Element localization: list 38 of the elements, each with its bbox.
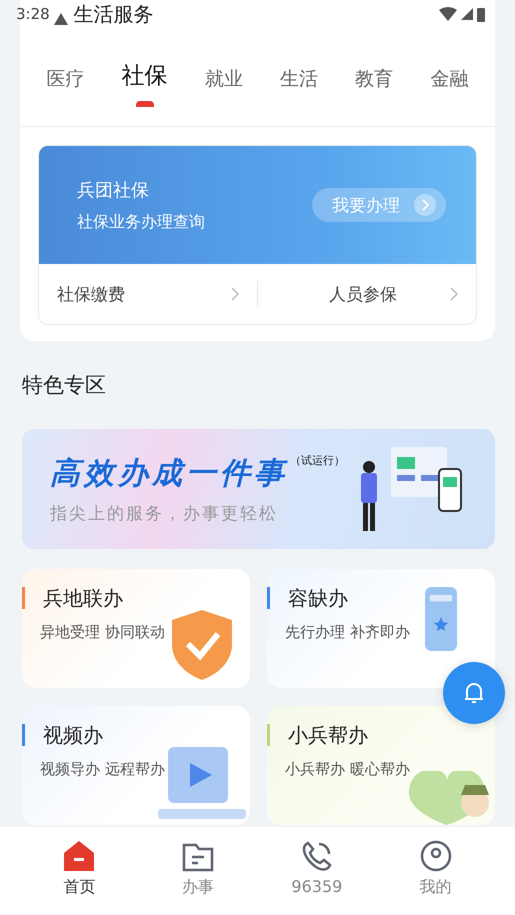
warning-icon (54, 13, 68, 25)
category-tab[interactable]: 社保 (122, 60, 168, 126)
feature-card[interactable]: 小兵帮办 小兵帮办 暖心帮办 (267, 706, 495, 825)
card-subtitle: 先行办理 补齐即办 (284, 623, 411, 642)
category-tab[interactable]: 教育 (355, 60, 394, 126)
bell-icon (463, 681, 485, 705)
promo-title: 高效办成一件事 (50, 455, 288, 493)
feature-card[interactable]: 视频办 视频导办 远程帮办 (22, 706, 250, 825)
chevron-right-icon (450, 287, 458, 301)
home-icon (62, 839, 96, 873)
service-link[interactable]: 人员参保 (257, 281, 476, 307)
section-title: 特色专区 (22, 372, 107, 399)
nav-tab[interactable]: 96359 (276, 827, 357, 915)
feature-card[interactable]: 容缺办 先行办理 补齐即办 (267, 569, 495, 688)
chevron-right-icon (231, 287, 239, 301)
page-title: 生活服务 (74, 2, 154, 26)
nav-tab[interactable]: 我的 (396, 827, 476, 915)
category-tab[interactable]: 金融 (430, 60, 468, 126)
card-subtitle: 异地受理 协同联动 (39, 623, 166, 642)
card-subtitle: 视频导办 远程帮办 (39, 760, 166, 779)
promo-tag: （试运行） (290, 453, 345, 468)
card-subtitle: 小兵帮办 暖心帮办 (284, 760, 411, 779)
status-time: 3:28 (16, 5, 50, 23)
banner-subtitle: 社保业务办理查询 (77, 212, 205, 232)
battery-icon (477, 6, 485, 22)
promo-subtitle: 指尖上的服务，办事更轻松 (50, 503, 279, 525)
feature-card[interactable]: 兵地联办 异地受理 协同联动 (22, 569, 250, 688)
wifi-icon (439, 7, 457, 21)
nav-tab[interactable]: 办事 (158, 827, 238, 915)
category-tab[interactable]: 就业 (204, 60, 243, 126)
signal-icon (461, 8, 473, 20)
chevron-circle-icon (414, 194, 436, 216)
user-icon (418, 839, 453, 873)
service-link[interactable]: 社保缴费 (39, 281, 257, 307)
nav-tab[interactable]: 首页 (39, 827, 120, 915)
category-tab[interactable]: 生活 (280, 60, 318, 126)
banner-title: 兵团社保 (77, 178, 150, 202)
category-tab[interactable]: 医疗 (46, 60, 85, 126)
